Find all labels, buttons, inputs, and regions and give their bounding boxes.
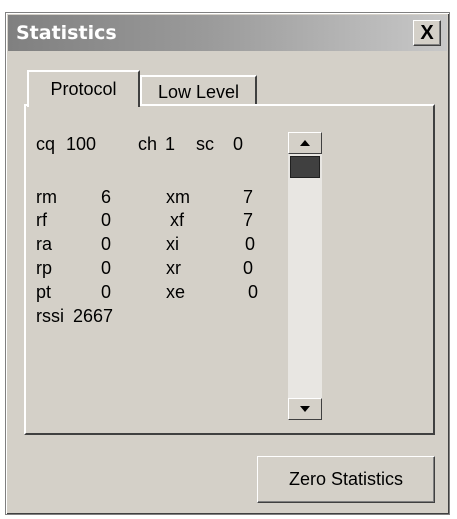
tab-protocol[interactable]: Protocol	[27, 70, 140, 107]
stat-value-xi: 0	[245, 234, 256, 254]
scroll-down-button[interactable]	[288, 398, 322, 420]
stat-label-rm: rm	[36, 187, 57, 207]
arrow-up-icon	[300, 140, 310, 146]
stat-label-rp: rp	[36, 258, 53, 278]
scroll-up-button[interactable]	[288, 132, 322, 154]
stat-label-pt: pt	[36, 282, 52, 302]
stat-label-xf: xf	[170, 210, 185, 230]
window-title: Statistics	[16, 22, 117, 44]
sc-label: sc	[196, 134, 214, 154]
stat-value-xf: 7	[243, 210, 254, 230]
rssi-label: rssi	[36, 306, 64, 326]
scroll-thumb[interactable]	[290, 156, 320, 178]
stat-value-xm: 7	[243, 187, 254, 207]
close-icon: X	[420, 21, 434, 44]
stat-label-xm: xm	[166, 187, 190, 207]
title-bar[interactable]: Statistics X	[8, 15, 447, 51]
tab-low-level-label: Low Level	[157, 81, 240, 102]
stat-label-ra: ra	[36, 234, 53, 254]
stat-value-rf: 0	[101, 210, 112, 230]
stat-label-xe: xe	[166, 282, 186, 302]
stat-label-rf: rf	[36, 210, 47, 230]
stat-value-rm: 6	[101, 187, 112, 207]
rssi-value: 2667	[73, 306, 114, 326]
ch-label: ch	[138, 134, 158, 154]
stat-label-xi: xi	[166, 234, 179, 254]
tab-protocol-label: Protocol	[50, 79, 117, 99]
zero-statistics-button[interactable]: Zero Statistics	[257, 456, 435, 503]
cq-label: cq	[36, 134, 56, 154]
stat-value-xe: 0	[248, 282, 259, 302]
sc-value: 0	[233, 134, 244, 154]
stat-value-xr: 0	[243, 258, 254, 278]
stat-value-rp: 0	[101, 258, 112, 278]
ch-value: 1	[165, 134, 176, 154]
cq-value: 100	[66, 134, 97, 154]
zero-statistics-label: Zero Statistics	[288, 469, 404, 489]
close-button[interactable]: X	[413, 20, 441, 46]
stat-value-pt: 0	[101, 282, 112, 302]
stat-label-xr: xr	[166, 258, 181, 278]
stats-scrollbar[interactable]	[288, 132, 322, 420]
arrow-down-icon	[300, 406, 310, 412]
stat-value-ra: 0	[101, 234, 112, 254]
tab-low-level[interactable]: Low Level	[140, 75, 257, 107]
